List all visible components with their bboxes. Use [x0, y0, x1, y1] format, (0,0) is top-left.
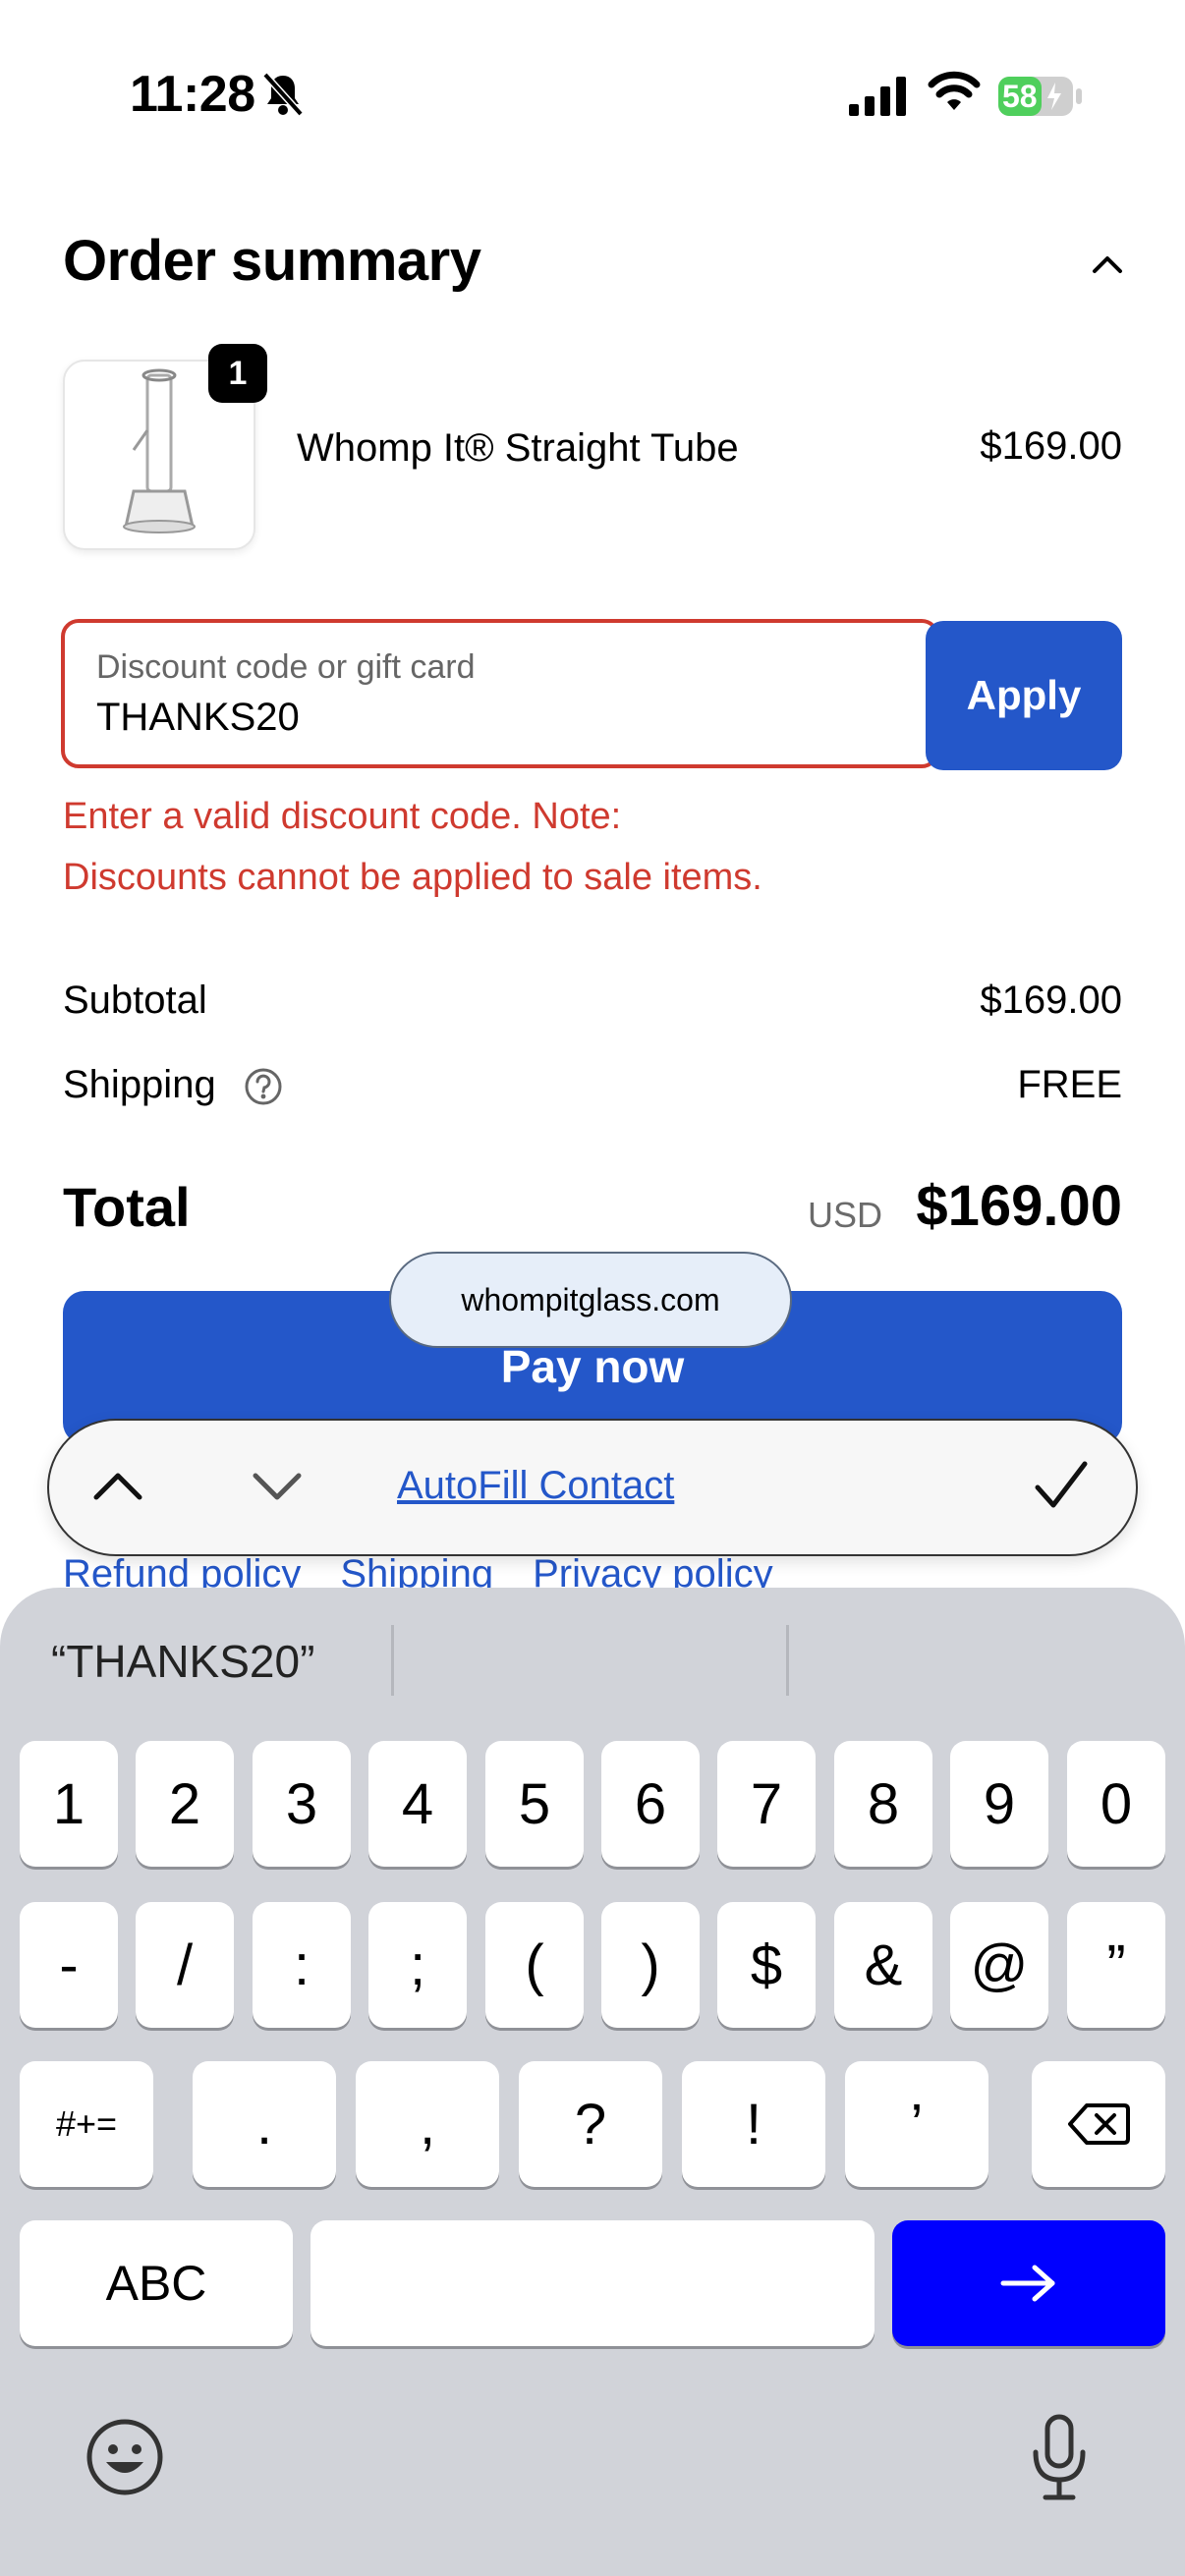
key-5[interactable]: 5 [485, 1741, 584, 1867]
domain-pill[interactable]: whompitglass.com [389, 1252, 792, 1348]
battery-indicator: 58 [998, 75, 1083, 118]
quantity-badge: 1 [208, 344, 267, 403]
suggestion-divider [391, 1625, 394, 1696]
checkmark-icon[interactable] [1032, 1456, 1091, 1515]
pay-now-label: Pay now [500, 1341, 685, 1392]
subtotal-label: Subtotal [63, 979, 207, 1022]
key-ampersand[interactable]: & [834, 1902, 932, 2028]
status-time: 11:28 [130, 66, 255, 123]
discount-code-value[interactable]: THANKS20 [96, 696, 300, 740]
discount-error-line1: Enter a valid discount code. Note: [63, 796, 622, 837]
discount-code-label: Discount code or gift card [96, 648, 476, 686]
chevron-up-icon[interactable] [1091, 250, 1124, 279]
delete-key[interactable] [1032, 2061, 1165, 2187]
key-open-paren[interactable]: ( [485, 1902, 584, 2028]
key-slash[interactable]: / [136, 1902, 234, 2028]
key-at[interactable]: @ [950, 1902, 1048, 2028]
chevron-down-icon[interactable] [250, 1464, 305, 1507]
key-4[interactable]: 4 [368, 1741, 467, 1867]
suggestion-divider [786, 1625, 789, 1696]
total-currency: USD [807, 1195, 882, 1235]
key-9[interactable]: 9 [950, 1741, 1048, 1867]
key-question[interactable]: ? [519, 2061, 662, 2187]
key-8[interactable]: 8 [834, 1741, 932, 1867]
discount-error-line2: Discounts cannot be applied to sale item… [63, 857, 762, 898]
wifi-icon [928, 71, 981, 110]
product-name: Whomp It® Straight Tube [297, 426, 739, 470]
chevron-up-icon[interactable] [90, 1464, 145, 1507]
space-key[interactable] [310, 2220, 875, 2346]
key-exclamation[interactable]: ! [682, 2061, 825, 2187]
shipping-value: FREE [1017, 1063, 1122, 1106]
key-colon[interactable]: : [253, 1902, 351, 2028]
arrow-right-icon [1000, 2265, 1055, 2302]
key-quote[interactable]: ” [1067, 1902, 1165, 2028]
bell-muted-icon [262, 72, 304, 117]
order-summary-title: Order summary [63, 229, 481, 293]
apply-button[interactable]: Apply [926, 621, 1122, 770]
key-comma[interactable]: , [356, 2061, 499, 2187]
shipping-label: Shipping [63, 1063, 216, 1106]
total-label: Total [63, 1176, 191, 1238]
key-symbols[interactable]: #+= [20, 2061, 153, 2187]
help-icon[interactable] [244, 1067, 283, 1106]
cellular-signal-icon [849, 77, 906, 116]
emoji-icon[interactable] [85, 2417, 165, 2497]
key-2[interactable]: 2 [136, 1741, 234, 1867]
total-amount: $169.00 [916, 1174, 1122, 1238]
microphone-icon[interactable] [1028, 2413, 1091, 2503]
key-1[interactable]: 1 [20, 1741, 118, 1867]
key-0[interactable]: 0 [1067, 1741, 1165, 1867]
key-6[interactable]: 6 [601, 1741, 700, 1867]
key-hyphen[interactable]: - [20, 1902, 118, 2028]
backspace-icon [1068, 2103, 1130, 2145]
key-7[interactable]: 7 [717, 1741, 816, 1867]
battery-level: 58 [1002, 79, 1038, 114]
go-key[interactable] [892, 2220, 1165, 2346]
key-period[interactable]: . [193, 2061, 336, 2187]
subtotal-value: $169.00 [980, 979, 1122, 1022]
key-close-paren[interactable]: ) [601, 1902, 700, 2028]
key-abc[interactable]: ABC [20, 2220, 293, 2346]
discount-code-input[interactable] [61, 619, 939, 768]
key-semicolon[interactable]: ; [368, 1902, 467, 2028]
keyboard-suggestion[interactable]: “THANKS20” [51, 1635, 314, 1688]
key-dollar[interactable]: $ [717, 1902, 816, 2028]
autofill-contact-link[interactable]: AutoFill Contact [397, 1464, 674, 1508]
product-price: $169.00 [980, 424, 1122, 468]
key-3[interactable]: 3 [253, 1741, 351, 1867]
key-apostrophe[interactable]: ’ [845, 2061, 988, 2187]
